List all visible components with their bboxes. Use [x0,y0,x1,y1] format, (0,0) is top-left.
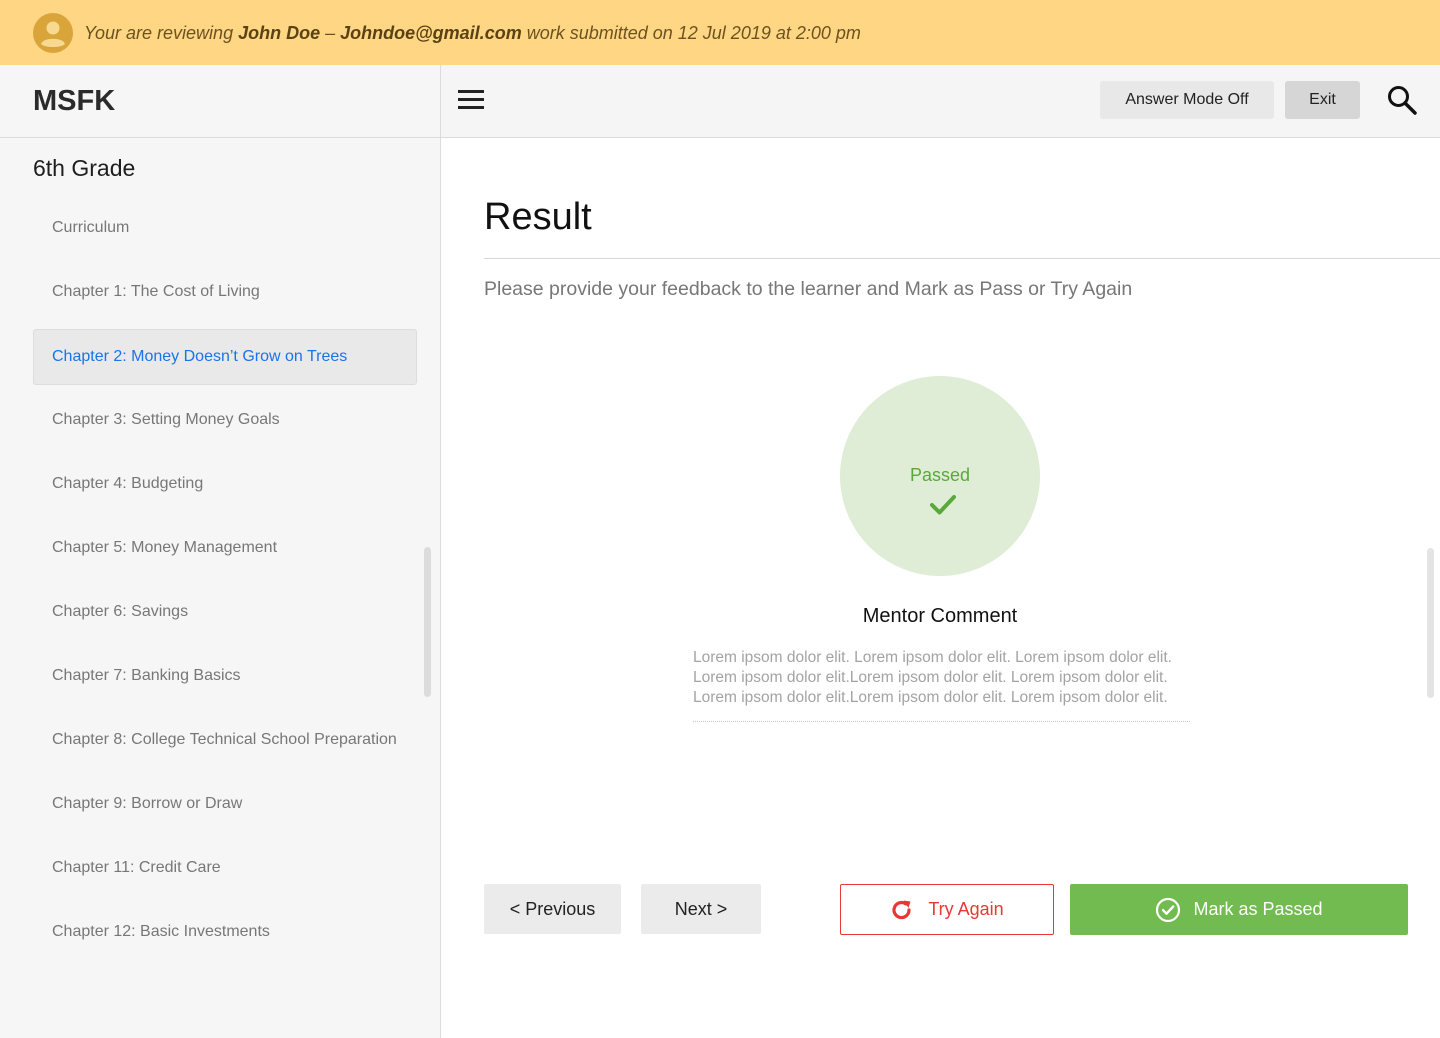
review-prefix: Your are reviewing [84,23,239,43]
main-content: Result Please provide your feedback to t… [441,138,1440,1038]
page-title: Result [484,196,592,238]
mark-as-passed-button[interactable]: Mark as Passed [1070,884,1408,935]
sidebar-item[interactable]: Chapter 7: Banking Basics [33,648,417,704]
status-label: Passed [909,465,971,485]
exit-button[interactable]: Exit [1285,81,1360,119]
sidebar-item[interactable]: Curriculum [33,200,417,256]
try-again-label: Try Again [928,899,1004,919]
mentor-comment-text: Lorem ipsom dolor elit. Lorem ipsom dolo… [693,648,1190,708]
sidebar-item[interactable]: Chapter 3: Setting Money Goals [33,392,417,448]
sidebar-item[interactable]: Chapter 8: College Technical School Prep… [33,712,417,768]
refresh-icon [892,900,911,919]
sidebar-item[interactable]: Chapter 11: Credit Care [33,840,417,896]
top-toolbar: Answer Mode Off Exit [441,65,1440,138]
main-scrollbar[interactable] [1427,548,1434,698]
sidebar-item[interactable]: Chapter 1: The Cost of Living [33,264,417,320]
comment-line: Lorem ipsom dolor elit.Lorem ipsom dolor… [693,669,1168,686]
answer-mode-button[interactable]: Answer Mode Off [1100,81,1274,119]
sidebar-item[interactable]: Chapter 9: Borrow or Draw [33,776,417,832]
brand-header: MSFK [0,65,440,138]
sidebar-item[interactable]: Chapter 5: Money Management [33,520,417,576]
hamburger-menu-icon[interactable] [458,90,484,110]
next-button[interactable]: Next > [641,884,761,934]
result-status-badge: Passed [840,376,1040,576]
grade-heading: 6th Grade [33,155,136,181]
mark-as-passed-label: Mark as Passed [1193,899,1323,919]
sidebar-scrollbar[interactable] [424,547,431,697]
brand-logo-text[interactable]: MSFK [33,85,115,118]
review-banner: Your are reviewing John Doe – Johndoe@gm… [0,0,1440,65]
try-again-button[interactable]: Try Again [840,884,1054,935]
comment-line: Lorem ipsom dolor elit.Lorem ipsom dolor… [693,689,1168,706]
mentor-comment-heading: Mentor Comment [862,605,1018,627]
sidebar-item[interactable]: Chapter 2: Money Doesn’t Grow on Trees [33,329,417,385]
search-icon[interactable] [1386,84,1418,116]
checkmark-icon [930,495,956,515]
comment-underline [693,721,1190,722]
review-message: Your are reviewing John Doe – Johndoe@gm… [84,0,861,65]
comment-line: Lorem ipsom dolor elit. Lorem ipsom dolo… [693,649,1172,666]
title-divider [484,258,1440,259]
review-suffix: work submitted on 12 Jul 2019 at 2:00 pm [521,23,861,43]
sidebar-item[interactable]: Chapter 4: Budgeting [33,456,417,512]
reviewee-name: John Doe [238,23,321,43]
instruction-text: Please provide your feedback to the lear… [484,278,1133,300]
sidebar: MSFK 6th Grade Curriculum Chapter 1: The … [0,65,441,1038]
user-avatar-icon [33,13,73,53]
review-separator: – [320,23,341,43]
sidebar-item[interactable]: Chapter 12: Basic Investments [33,904,417,960]
reviewee-email: Johndoe@gmail.com [340,23,522,43]
sidebar-item[interactable]: Chapter 6: Savings [33,584,417,640]
previous-button[interactable]: < Previous [484,884,621,934]
check-circle-icon [1156,897,1181,922]
